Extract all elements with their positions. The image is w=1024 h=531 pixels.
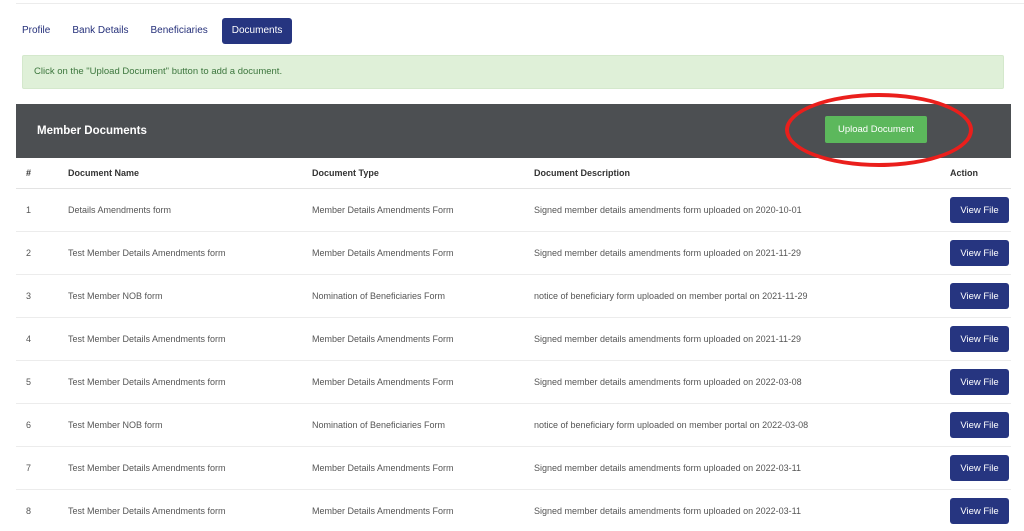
page: Profile Bank Details Beneficiaries Docum… (0, 0, 1024, 531)
document-description: Signed member details amendments form up… (534, 231, 941, 275)
tab-profile[interactable]: Profile (14, 18, 58, 44)
table-row: 3 Test Member NOB form Nomination of Ben… (16, 274, 1011, 318)
document-type: Member Details Amendments Form (312, 317, 534, 361)
row-number: 6 (16, 403, 68, 447)
table-row: 2 Test Member Details Amendments form Me… (16, 231, 1011, 275)
top-divider (16, 3, 1024, 4)
table-row: 5 Test Member Details Amendments form Me… (16, 360, 1011, 404)
document-description: Signed member details amendments form up… (534, 489, 941, 531)
document-type: Member Details Amendments Form (312, 360, 534, 404)
column-header-action: Action (941, 158, 1011, 189)
row-number: 7 (16, 446, 68, 490)
row-number: 3 (16, 274, 68, 318)
action-cell: View File (941, 489, 1011, 531)
document-name: Test Member Details Amendments form (68, 231, 312, 275)
view-file-button[interactable]: View File (950, 369, 1009, 395)
column-header-document-description: Document Description (534, 158, 941, 189)
document-description: Signed member details amendments form up… (534, 188, 941, 232)
document-name: Test Member NOB form (68, 403, 312, 447)
column-header-document-name: Document Name (68, 158, 312, 189)
table-header-row: # Document Name Document Type Document D… (16, 158, 1011, 189)
document-name: Details Amendments form (68, 188, 312, 232)
view-file-button[interactable]: View File (950, 240, 1009, 266)
column-header-number: # (16, 158, 68, 189)
view-file-button[interactable]: View File (950, 498, 1009, 524)
view-file-button[interactable]: View File (950, 412, 1009, 438)
document-description: Signed member details amendments form up… (534, 317, 941, 361)
row-number: 5 (16, 360, 68, 404)
view-file-button[interactable]: View File (950, 326, 1009, 352)
document-type: Member Details Amendments Form (312, 446, 534, 490)
document-description: Signed member details amendments form up… (534, 446, 941, 490)
tab-beneficiaries[interactable]: Beneficiaries (143, 18, 216, 44)
table-row: 7 Test Member Details Amendments form Me… (16, 446, 1011, 490)
tab-bar: Profile Bank Details Beneficiaries Docum… (14, 18, 298, 44)
tab-documents[interactable]: Documents (221, 18, 293, 44)
document-name: Test Member Details Amendments form (68, 317, 312, 361)
row-number: 1 (16, 188, 68, 232)
panel-header: Member Documents Upload Document (16, 104, 1011, 158)
action-cell: View File (941, 403, 1011, 447)
document-name: Test Member Details Amendments form (68, 446, 312, 490)
document-description: Signed member details amendments form up… (534, 360, 941, 404)
panel-title: Member Documents (37, 125, 147, 137)
table-row: 8 Test Member Details Amendments form Me… (16, 489, 1011, 531)
view-file-button[interactable]: View File (950, 283, 1009, 309)
action-cell: View File (941, 231, 1011, 275)
document-name: Test Member Details Amendments form (68, 360, 312, 404)
view-file-button[interactable]: View File (950, 197, 1009, 223)
upload-document-button[interactable]: Upload Document (825, 116, 927, 143)
documents-table: # Document Name Document Type Document D… (16, 158, 1011, 531)
action-cell: View File (941, 317, 1011, 361)
document-type: Member Details Amendments Form (312, 231, 534, 275)
table-row: 1 Details Amendments form Member Details… (16, 188, 1011, 232)
row-number: 2 (16, 231, 68, 275)
column-header-document-type: Document Type (312, 158, 534, 189)
document-type: Nomination of Beneficiaries Form (312, 403, 534, 447)
document-type: Nomination of Beneficiaries Form (312, 274, 534, 318)
info-alert: Click on the "Upload Document" button to… (22, 55, 1004, 89)
table-row: 6 Test Member NOB form Nomination of Ben… (16, 403, 1011, 447)
tab-bank-details[interactable]: Bank Details (64, 18, 136, 44)
document-name: Test Member Details Amendments form (68, 489, 312, 531)
row-number: 8 (16, 489, 68, 531)
action-cell: View File (941, 446, 1011, 490)
action-cell: View File (941, 188, 1011, 232)
view-file-button[interactable]: View File (950, 455, 1009, 481)
document-description: notice of beneficiary form uploaded on m… (534, 274, 941, 318)
action-cell: View File (941, 360, 1011, 404)
table-row: 4 Test Member Details Amendments form Me… (16, 317, 1011, 361)
row-number: 4 (16, 317, 68, 361)
document-type: Member Details Amendments Form (312, 489, 534, 531)
document-type: Member Details Amendments Form (312, 188, 534, 232)
document-description: notice of beneficiary form uploaded on m… (534, 403, 941, 447)
action-cell: View File (941, 274, 1011, 318)
document-name: Test Member NOB form (68, 274, 312, 318)
